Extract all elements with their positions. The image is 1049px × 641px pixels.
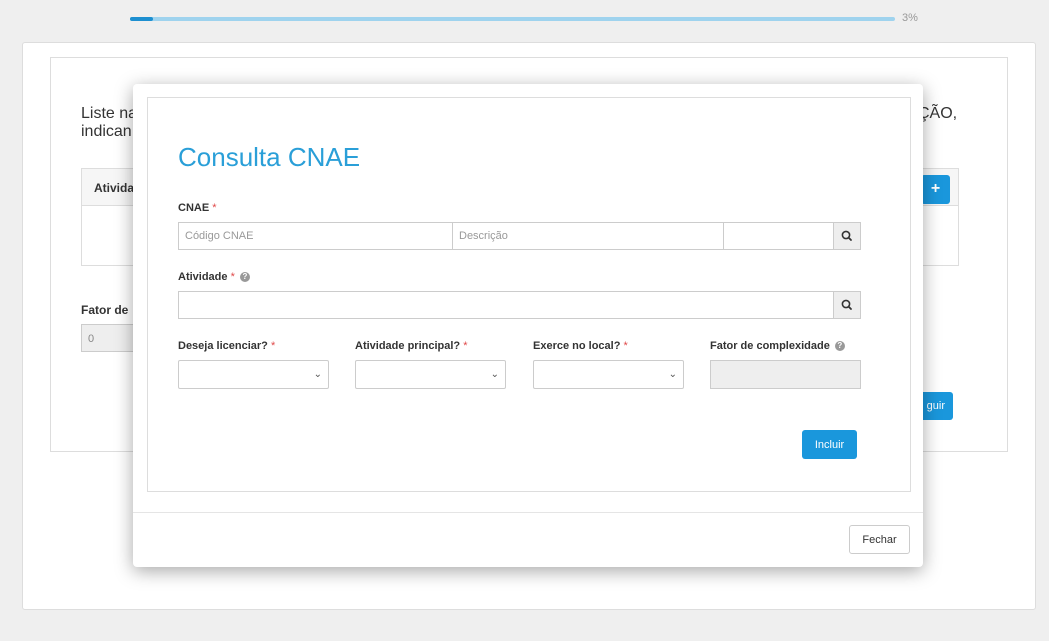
cnae-descricao-input[interactable]: [452, 222, 724, 250]
exerce-no-local-label: Exerce no local? *: [533, 340, 628, 352]
required-mark: *: [463, 340, 468, 352]
fechar-button[interactable]: Fechar: [849, 525, 910, 554]
fator-complexidade-label: Fator de complexidade ?: [710, 340, 845, 352]
cnae-label-text: CNAE: [178, 202, 210, 214]
cnae-codigo-input[interactable]: [178, 222, 453, 250]
required-mark: *: [212, 202, 217, 214]
required-mark: *: [230, 271, 235, 283]
cnae-label: CNAE *: [178, 202, 217, 214]
chevron-down-icon: ⌄: [668, 369, 677, 380]
atividade-input[interactable]: [178, 291, 834, 319]
fator-complexidade-label-text: Fator de complexidade: [710, 340, 830, 352]
atividade-label-text: Atividade: [178, 271, 228, 283]
help-icon[interactable]: ?: [239, 272, 250, 283]
chevron-down-icon: ⌄: [313, 369, 322, 380]
help-icon[interactable]: ?: [834, 341, 845, 352]
atividade-principal-label-text: Atividade principal?: [355, 340, 461, 352]
deseja-licenciar-label-text: Deseja licenciar?: [178, 340, 268, 352]
atividade-principal-select[interactable]: ⌄: [355, 360, 506, 389]
cnae-search-button[interactable]: [833, 222, 861, 250]
modal-title: Consulta CNAE: [178, 142, 361, 172]
modal-footer-divider: [133, 512, 923, 513]
exerce-no-local-select[interactable]: ⌄: [533, 360, 684, 389]
chevron-down-icon: ⌄: [490, 369, 499, 380]
atividade-principal-label: Atividade principal? *: [355, 340, 467, 352]
incluir-button[interactable]: Incluir: [802, 430, 857, 459]
search-icon: [841, 230, 852, 241]
atividade-label: Atividade * ?: [178, 271, 250, 283]
consulta-cnae-modal: Consulta CNAE CNAE * Atividade * ? Desej…: [133, 84, 923, 567]
search-icon: [841, 299, 852, 310]
atividade-search-button[interactable]: [833, 291, 861, 319]
fator-complexidade-field: [710, 360, 861, 389]
cnae-extra-field[interactable]: [723, 222, 834, 250]
deseja-licenciar-select[interactable]: ⌄: [178, 360, 329, 389]
deseja-licenciar-label: Deseja licenciar? *: [178, 340, 275, 352]
required-mark: *: [623, 340, 628, 352]
exerce-no-local-label-text: Exerce no local?: [533, 340, 621, 352]
required-mark: *: [270, 340, 276, 352]
